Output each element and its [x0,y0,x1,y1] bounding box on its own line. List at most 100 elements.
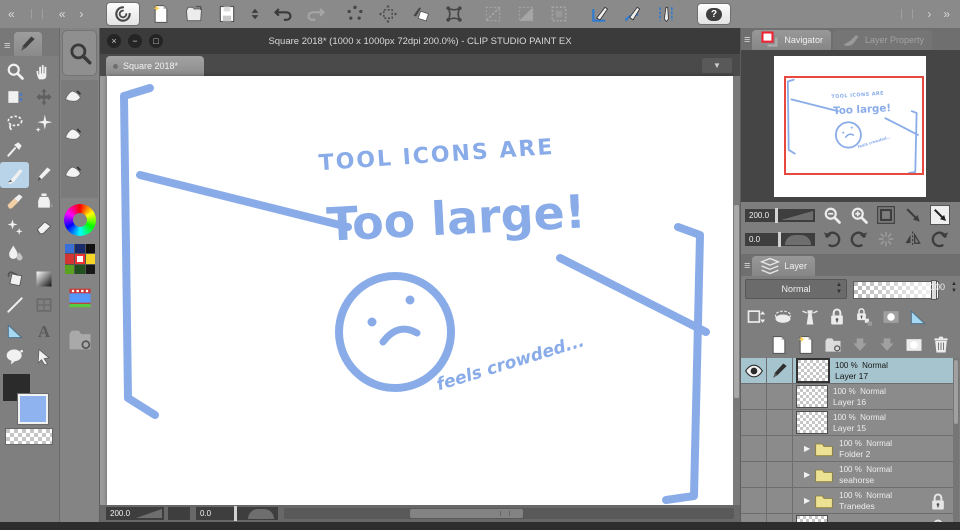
navigator-preview[interactable] [741,50,960,202]
palette-menu-icon[interactable]: ≡ [4,36,10,56]
new-folder-button[interactable] [823,335,843,355]
ruler-layer-button[interactable] [908,307,928,327]
zoom-handle[interactable] [775,207,778,223]
status-zoom-presets[interactable] [168,507,190,520]
layer-visibility-toggle[interactable] [741,358,767,383]
help-button[interactable]: ? [697,3,731,25]
canvas-horizontal-scrollbar[interactable] [284,508,734,519]
clear-button[interactable] [343,2,367,26]
actual-size-button[interactable] [903,205,923,225]
layer-row[interactable]: 100 % Normal Layer 15 [741,410,954,436]
decoration-sparkle-tool[interactable] [0,214,29,240]
folder-expand-icon[interactable]: ▶ [804,470,810,479]
reference-layer-button[interactable] [800,307,820,327]
zoom-in-button[interactable] [849,205,869,225]
layer-row-main[interactable]: ▶ 100 % Normal Folder 2 [793,436,954,461]
layer-mask-button[interactable] [904,335,924,355]
layer-thumbnail[interactable] [796,411,828,434]
frame-border-tool[interactable] [29,292,58,318]
collapse-left-panel-icon[interactable]: « [8,7,15,21]
tab-layer[interactable]: Layer [752,256,815,276]
undo-button[interactable] [271,2,295,26]
new-file-button[interactable] [149,2,173,26]
new-vector-layer-button[interactable] [796,335,816,355]
clip-to-layer-below-button[interactable] [773,307,793,327]
subtool-marker-1[interactable] [63,86,83,106]
rotate-left-button[interactable] [822,229,842,249]
rotate-right-button[interactable] [849,229,869,249]
layer-visibility-toggle[interactable] [741,462,767,487]
layer-visibility-toggle[interactable] [741,384,767,409]
expand-right-panel-icon[interactable]: › [927,7,931,21]
clip-studio-logo-button[interactable] [106,2,140,26]
document-tab[interactable]: Square 2018* [106,56,204,76]
gradient-tool[interactable] [29,266,58,292]
change-layer-color-button[interactable] [746,307,766,327]
balloon-tool[interactable] [0,344,29,370]
fit-to-screen-button[interactable] [876,205,896,225]
canvas-vertical-scrollbar[interactable] [733,76,740,505]
blend-mode-dropdown[interactable]: Normal ▲ ▼ [745,279,847,299]
scrollbar-handle[interactable] [734,204,739,398]
zoom-tool[interactable] [0,58,29,84]
zoom-out-button[interactable] [822,205,842,225]
color-set-palette[interactable] [65,244,95,274]
tab-layer-property[interactable]: Layer Property [832,30,932,50]
tab-navigator[interactable]: Navigator [752,30,831,50]
open-file-button[interactable] [182,2,206,26]
move-layer-tool[interactable] [29,84,58,110]
figure-tool[interactable] [0,292,29,318]
layer-thumbnail[interactable] [796,358,830,383]
flip-horizontal-button[interactable] [903,229,923,249]
timeline-film-icon[interactable] [64,284,96,312]
tool-palette-tab[interactable] [14,32,43,56]
layer-visibility-toggle[interactable] [741,436,767,461]
pencil-tool[interactable] [29,162,58,188]
scrollbar-handle[interactable] [954,360,958,424]
layer-row-main[interactable]: 100 % Normal Layer 16 [793,384,954,409]
fill-button[interactable] [409,2,433,26]
selection-border-button[interactable] [547,2,571,26]
lock-layer-button[interactable] [827,307,847,327]
palette-menu-icon[interactable]: ≡ [744,256,750,276]
new-layer-button[interactable] [769,335,789,355]
collapse-subtool-icon[interactable]: « [59,7,66,21]
layer-visibility-toggle[interactable] [741,514,767,522]
status-zoom-slider[interactable]: 200.0 [106,507,164,520]
navigator-zoom-slider[interactable]: 200.0 [745,207,815,223]
transfer-down-button[interactable] [877,335,897,355]
selection-tool[interactable] [0,110,29,136]
layer-row[interactable]: 100 % Normal Layer 17 [741,358,954,384]
current-tool-zoom-button[interactable] [62,30,97,76]
fit-to-navigator-button[interactable] [930,205,950,225]
layer-visibility-toggle[interactable] [741,410,767,435]
color-wheel[interactable] [64,204,96,236]
expand-subtool-icon[interactable]: › [79,7,83,21]
opacity-stepper-icon[interactable]: ▲ ▼ [951,281,957,295]
text-tool[interactable] [29,318,58,344]
layer-row-main[interactable]: 100 % Normal Layer 15 [793,410,954,435]
layer-visibility-toggle[interactable] [741,488,767,513]
airbrush-tool[interactable] [0,188,29,214]
auto-select-tool[interactable] [29,110,58,136]
folder-expand-icon[interactable]: ▶ [804,444,810,453]
close-window-button[interactable]: × [107,34,121,48]
expand-selection-button[interactable] [376,2,400,26]
enable-mask-button[interactable] [881,307,901,327]
layer-row[interactable]: 100 % Normal [741,514,954,522]
minimize-window-button[interactable]: − [128,34,142,48]
eraser-tool[interactable] [29,214,58,240]
dropdown-stepper-icon[interactable]: ▲ ▼ [836,282,842,296]
collapse-right-panel-icon[interactable]: » [943,7,950,21]
layer-list-scrollbar[interactable] [953,358,959,522]
layer-row-main[interactable]: ▶ 100 % Normal Tranedes [793,488,954,513]
snap-to-special-ruler-button[interactable] [621,2,645,26]
layer-row-main[interactable]: ▶ 100 % Normal seahorse [793,462,954,487]
fill-tool[interactable] [0,266,29,292]
panel-grip[interactable] [30,9,43,19]
delete-layer-button[interactable] [931,335,951,355]
layer-row[interactable]: ▶ 100 % Normal seahorse [741,462,954,488]
blend-tool[interactable] [0,240,29,266]
lock-transparent-pixels-button[interactable] [854,307,874,327]
operation-tool[interactable] [0,84,29,110]
